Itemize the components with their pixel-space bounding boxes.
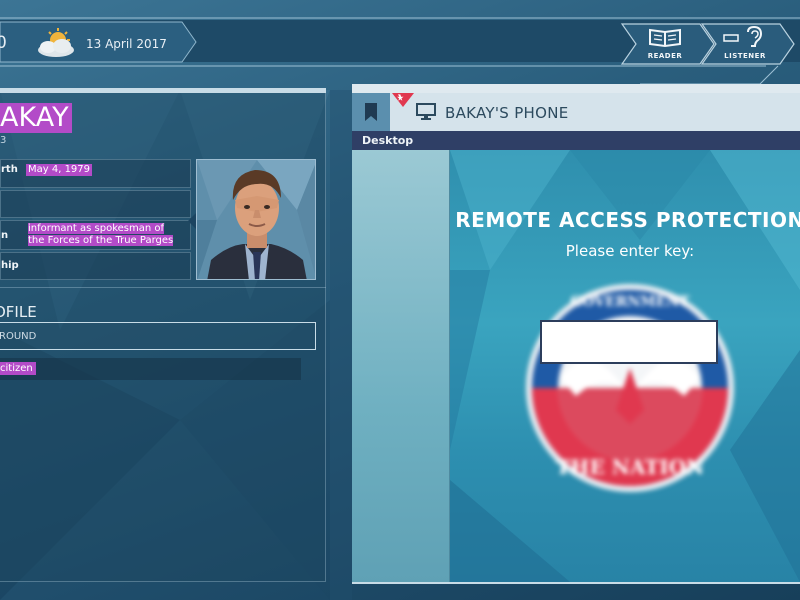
tag-row: citizen: [0, 358, 301, 380]
desktop-tab[interactable]: Desktop: [362, 134, 413, 147]
field-occupation: n informant as spokesman of the Forces o…: [0, 220, 191, 250]
monitor-icon: [416, 103, 436, 121]
desktop-tab-bar: Desktop: [352, 131, 800, 150]
field-label: rth: [1, 164, 18, 175]
background-field-label: ROUND: [0, 331, 37, 342]
field-relationship: hip: [0, 252, 191, 280]
field-value-highlighted[interactable]: informant as spokesman of the Forces of …: [26, 223, 176, 247]
desktop-sidebar: [352, 150, 450, 582]
field-label: hip: [1, 260, 19, 271]
listener-label: LISTENER: [724, 52, 766, 60]
field-label: n: [1, 230, 9, 241]
background-field[interactable]: ROUND: [0, 322, 316, 350]
access-key-input[interactable]: [540, 320, 718, 364]
profile-section-title: OFILE: [0, 303, 37, 321]
section-divider: [0, 287, 326, 288]
person-code: 3: [0, 135, 7, 146]
phone-panel: BAKAY'S PHONE Desktop GOVERNMENT THE NAT…: [352, 84, 800, 584]
bookmark-icon: [365, 103, 377, 121]
lock-screen-title: REMOTE ACCESS PROTECTION: [455, 208, 800, 232]
phone-title: BAKAY'S PHONE: [445, 104, 569, 122]
cloudy-sun-icon: [34, 28, 78, 60]
lock-screen: GOVERNMENT THE NATION REMOTE ACCESS PROT…: [450, 150, 800, 582]
ear-icon: [708, 25, 782, 48]
government-seal-icon: GOVERNMENT THE NATION: [526, 284, 734, 492]
panel-top-border: [352, 84, 800, 93]
listener-mode-button[interactable]: LISTENER: [708, 25, 782, 63]
seal-top-text: GOVERNMENT: [570, 294, 690, 310]
profile-body: AKAY 3 rth May 4, 1979 n informant as sp…: [0, 93, 326, 582]
field-row: [0, 190, 191, 218]
top-bar: 0 13 April 2017 READER LISTENER: [0, 0, 800, 90]
lock-screen-prompt: Please enter key:: [565, 242, 695, 260]
clock-time: 0: [0, 33, 7, 53]
person-name: AKAY: [0, 103, 72, 133]
photo-pointer: [188, 213, 196, 229]
reader-mode-button[interactable]: READER: [628, 25, 702, 63]
current-date: 13 April 2017: [86, 37, 167, 51]
open-book-icon: [628, 26, 702, 48]
field-birth: rth May 4, 1979: [0, 159, 191, 188]
flag-icon: [392, 93, 414, 109]
field-value-highlighted[interactable]: May 4, 1979: [26, 164, 93, 176]
seal-bottom-text: THE NATION: [556, 455, 705, 479]
profile-panel: AKAY 3 rth May 4, 1979 n informant as sp…: [0, 88, 326, 582]
panel-bottom-border: [352, 582, 800, 584]
reader-label: READER: [647, 52, 683, 60]
person-portrait: [196, 159, 316, 280]
citizen-tag[interactable]: citizen: [0, 362, 36, 375]
phone-header: BAKAY'S PHONE: [352, 93, 800, 131]
bookmark-button[interactable]: [352, 93, 390, 131]
